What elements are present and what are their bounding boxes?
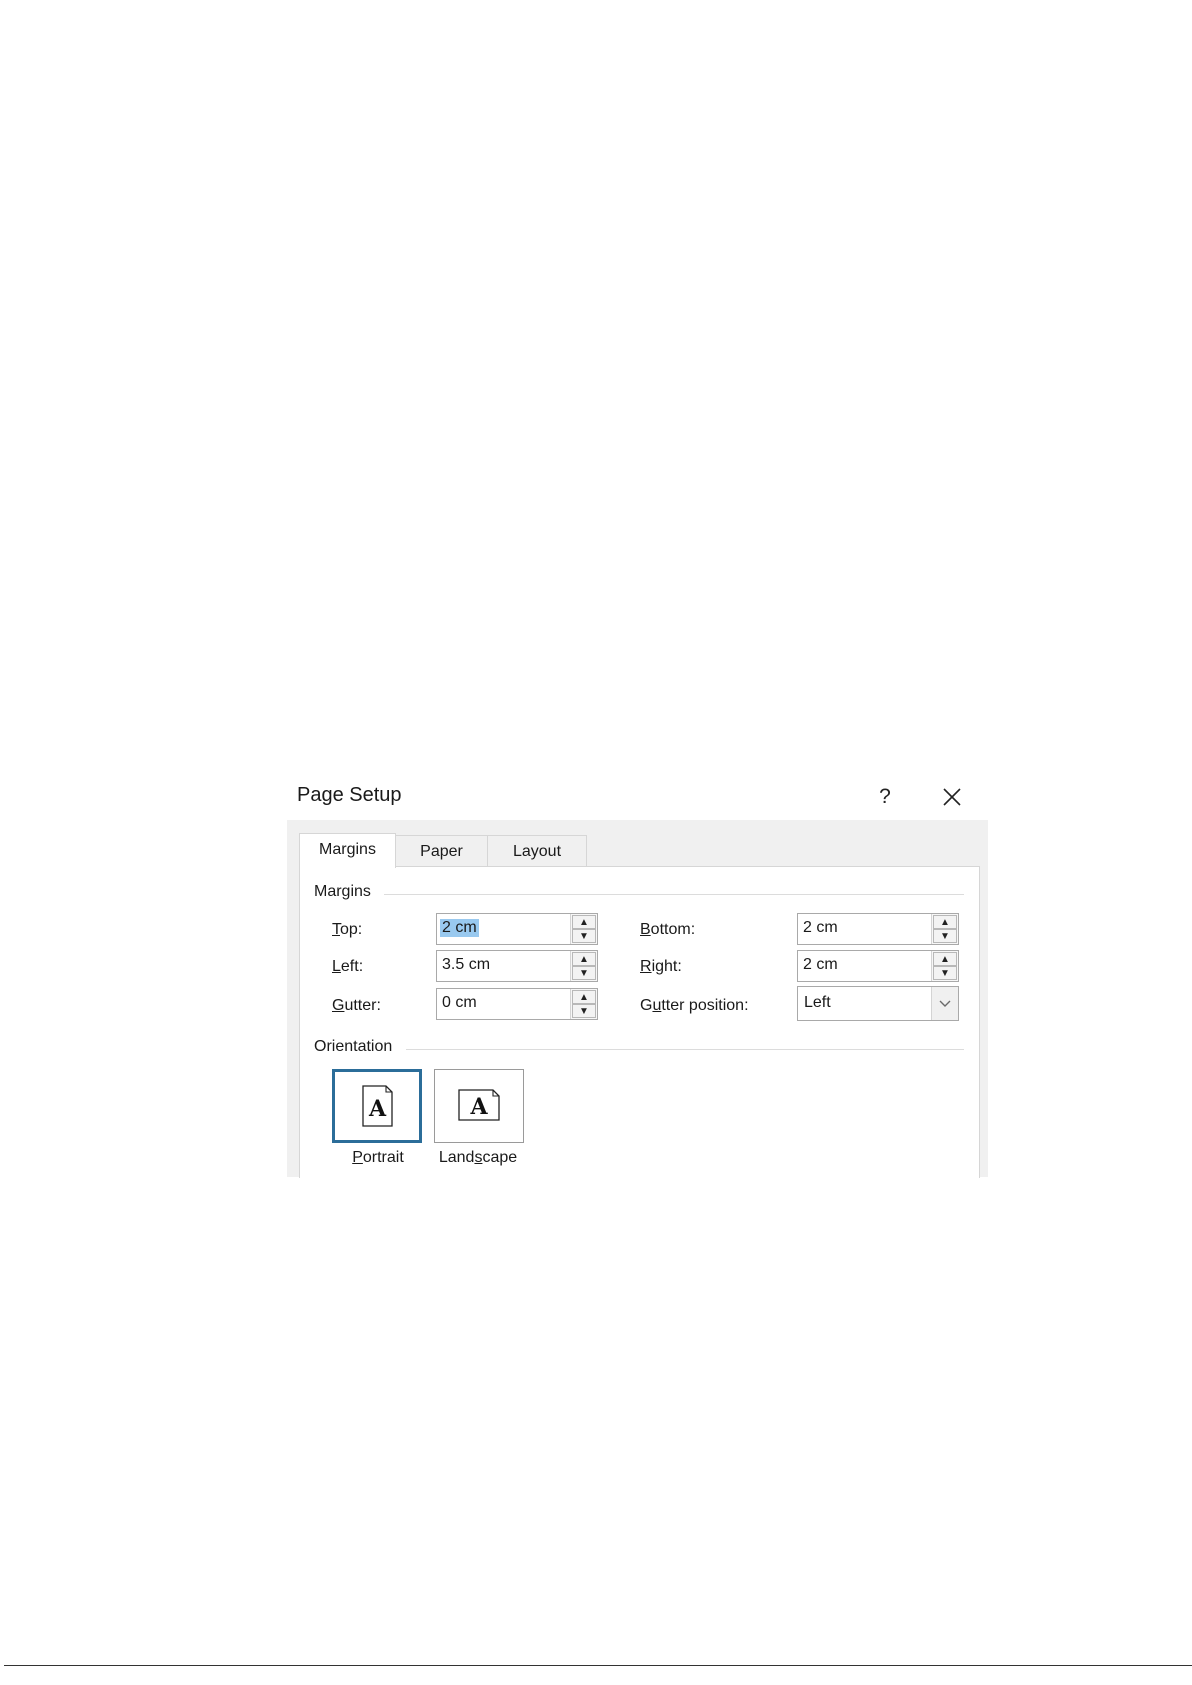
left-margin-label: Left:	[332, 958, 364, 975]
svg-text:A: A	[368, 1096, 387, 1122]
right-margin-value[interactable]: 2 cm	[801, 956, 840, 974]
tab-layout[interactable]: Layout	[487, 835, 587, 868]
gutter-down-arrow-icon[interactable]: ▼	[572, 1004, 596, 1018]
portrait-label: Portrait	[352, 1149, 404, 1166]
gutter-arrows: ▲ ▼	[570, 989, 597, 1019]
top-margin-value[interactable]: 2 cm	[440, 919, 479, 937]
right-margin-arrows: ▲ ▼	[931, 951, 958, 981]
gutter-value[interactable]: 0 cm	[440, 994, 479, 1012]
page-footer-rule	[4, 1665, 1192, 1666]
orientation-section-label: Orientation	[314, 1038, 393, 1055]
right-margin-label: Right:	[640, 958, 682, 975]
portrait-button[interactable]: A	[332, 1069, 422, 1143]
dialog-title: Page Setup	[297, 784, 402, 806]
gutter-position-label: Gutter position:	[640, 997, 749, 1014]
bottom-margin-arrows: ▲ ▼	[931, 914, 958, 944]
page-setup-dialog: Page Setup ? Margins Paper Layout Margin…	[287, 776, 988, 1178]
portrait-page-icon: A	[362, 1085, 393, 1127]
top-margin-spinner[interactable]: 2 cm ▲ ▼	[436, 913, 598, 945]
svg-text:A: A	[469, 1094, 488, 1120]
gutter-label: Gutter:	[332, 997, 381, 1014]
help-button[interactable]: ?	[870, 782, 900, 812]
margins-section-label: Margins	[314, 883, 371, 900]
dialog-body: Margins Paper Layout Margins Top: 2 cm ▲…	[287, 820, 988, 1178]
close-icon	[943, 788, 961, 806]
tab-paper[interactable]: Paper	[394, 835, 489, 868]
landscape-button[interactable]: A	[434, 1069, 524, 1143]
gutter-spinner[interactable]: 0 cm ▲ ▼	[436, 988, 598, 1020]
top-margin-arrows: ▲ ▼	[570, 914, 597, 944]
close-button[interactable]	[936, 782, 968, 812]
top-margin-up-arrow-icon[interactable]: ▲	[572, 915, 596, 929]
left-margin-value[interactable]: 3.5 cm	[440, 956, 492, 974]
gutter-up-arrow-icon[interactable]: ▲	[572, 990, 596, 1004]
orientation-section-divider	[406, 1049, 964, 1050]
bottom-margin-label: Bottom:	[640, 921, 696, 938]
bottom-margin-spinner[interactable]: 2 cm ▲ ▼	[797, 913, 959, 945]
gutter-position-select[interactable]: Left	[797, 986, 959, 1021]
left-margin-spinner[interactable]: 3.5 cm ▲ ▼	[436, 950, 598, 982]
landscape-label: Landscape	[438, 1149, 518, 1166]
tab-margins[interactable]: Margins	[299, 833, 396, 868]
right-margin-spinner[interactable]: 2 cm ▲ ▼	[797, 950, 959, 982]
top-margin-label: Top:	[332, 921, 363, 938]
top-margin-down-arrow-icon[interactable]: ▼	[572, 929, 596, 943]
right-margin-up-arrow-icon[interactable]: ▲	[933, 952, 957, 966]
left-margin-down-arrow-icon[interactable]: ▼	[572, 966, 596, 980]
bottom-margin-value[interactable]: 2 cm	[801, 919, 840, 937]
left-margin-up-arrow-icon[interactable]: ▲	[572, 952, 596, 966]
margins-tab-panel: Margins Top: 2 cm ▲ ▼ Left: 3.5 cm ▲ ▼ G…	[299, 866, 980, 1178]
gutter-position-value: Left	[804, 994, 831, 1011]
bottom-margin-down-arrow-icon[interactable]: ▼	[933, 929, 957, 943]
chevron-down-icon[interactable]	[931, 987, 958, 1020]
landscape-page-icon: A	[458, 1089, 500, 1121]
left-margin-arrows: ▲ ▼	[570, 951, 597, 981]
bottom-margin-up-arrow-icon[interactable]: ▲	[933, 915, 957, 929]
right-margin-down-arrow-icon[interactable]: ▼	[933, 966, 957, 980]
margins-section-divider	[384, 894, 964, 895]
